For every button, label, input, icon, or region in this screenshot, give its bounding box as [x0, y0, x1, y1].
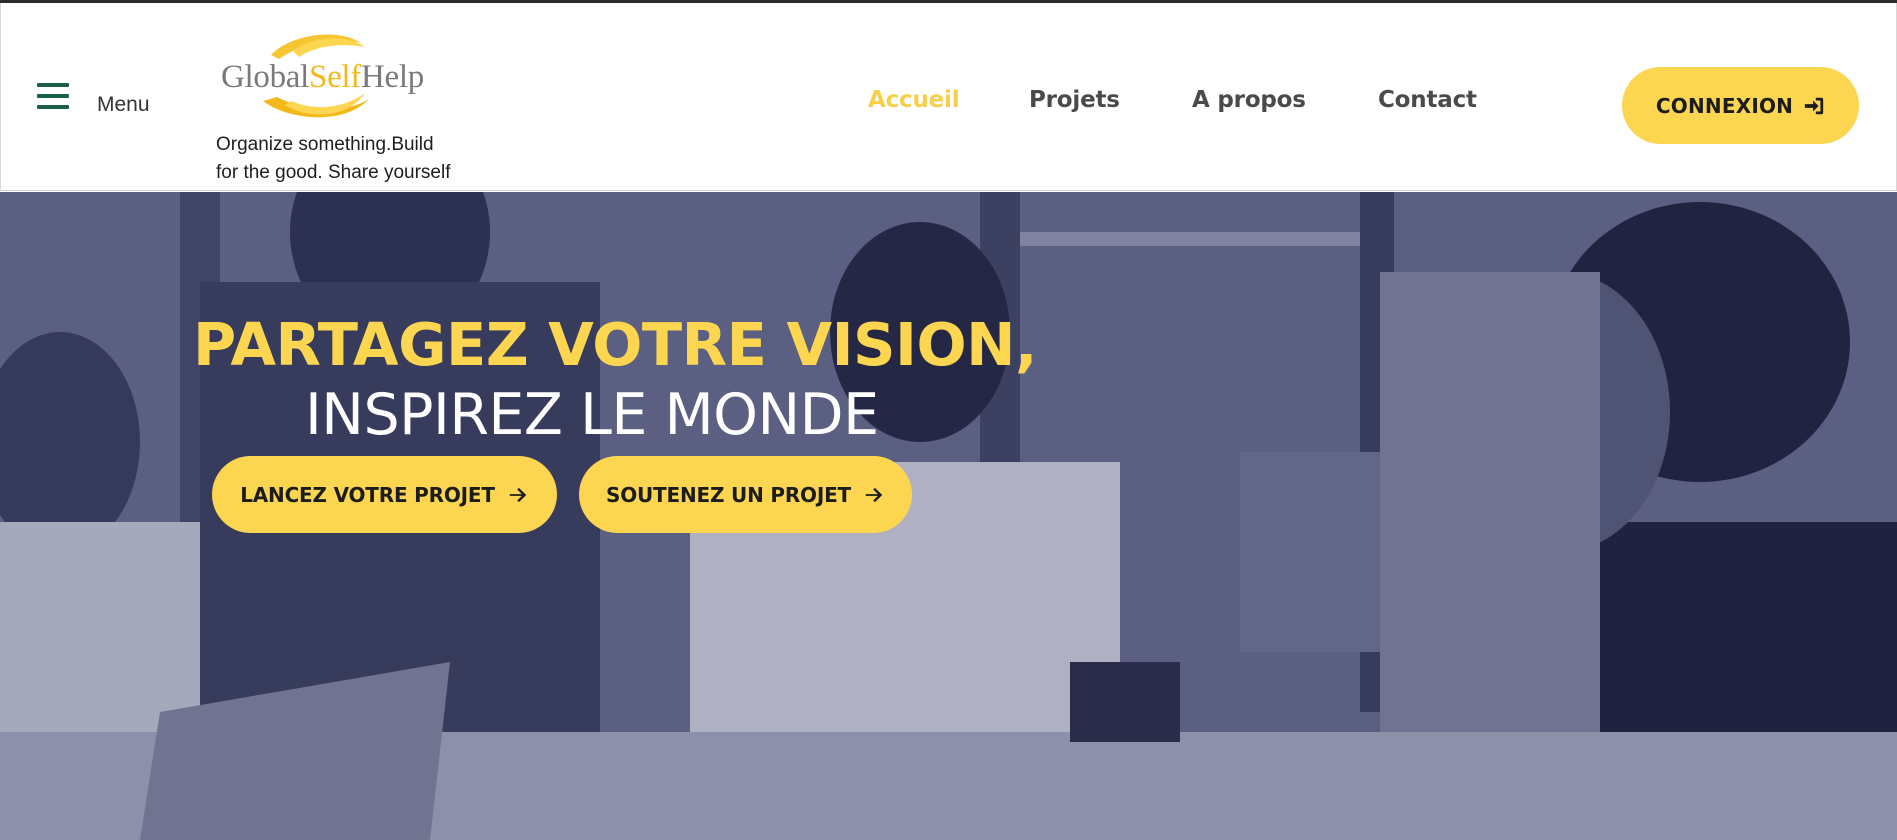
tagline-line-2: for the good. Share yourself [216, 162, 451, 183]
support-project-label: SOUTENEZ UN PROJET [606, 482, 851, 507]
hero-section: PARTAGEZ VOTRE VISION, INSPIREZ LE MONDE… [0, 192, 1897, 840]
login-button[interactable]: CONNEXION [1622, 67, 1859, 144]
site-logo[interactable]: GlobalSelfHelp [219, 29, 424, 125]
logo-wordmark: GlobalSelfHelp [221, 59, 424, 95]
tagline-line-1: Organize something.Build [216, 134, 434, 155]
site-header: Menu GlobalSelfHelp Organize something.B… [0, 3, 1897, 191]
arrow-right-icon [865, 487, 883, 502]
hero-title-line-1: PARTAGEZ VOTRE VISION, [193, 310, 1037, 379]
hamburger-icon [37, 81, 69, 113]
menu-toggle-button[interactable]: Menu [37, 81, 167, 121]
launch-project-label: LANCEZ VOTRE PROJET [240, 482, 495, 507]
support-project-button[interactable]: SOUTENEZ UN PROJET [579, 456, 912, 533]
nav-link-a-propos[interactable]: A propos [1192, 87, 1306, 113]
arrow-right-icon [509, 487, 527, 502]
hero-title-line-2: INSPIREZ LE MONDE [305, 382, 879, 448]
nav-link-projets[interactable]: Projets [1029, 87, 1120, 113]
login-button-label: CONNEXION [1655, 93, 1794, 118]
nav-link-contact[interactable]: Contact [1378, 87, 1477, 113]
sign-in-icon [1804, 97, 1824, 114]
menu-label: Menu [97, 93, 150, 116]
launch-project-button[interactable]: LANCEZ VOTRE PROJET [212, 456, 557, 533]
nav-link-accueil[interactable]: Accueil [868, 87, 960, 113]
site-tagline: Organize something.Build for the good. S… [216, 131, 476, 187]
